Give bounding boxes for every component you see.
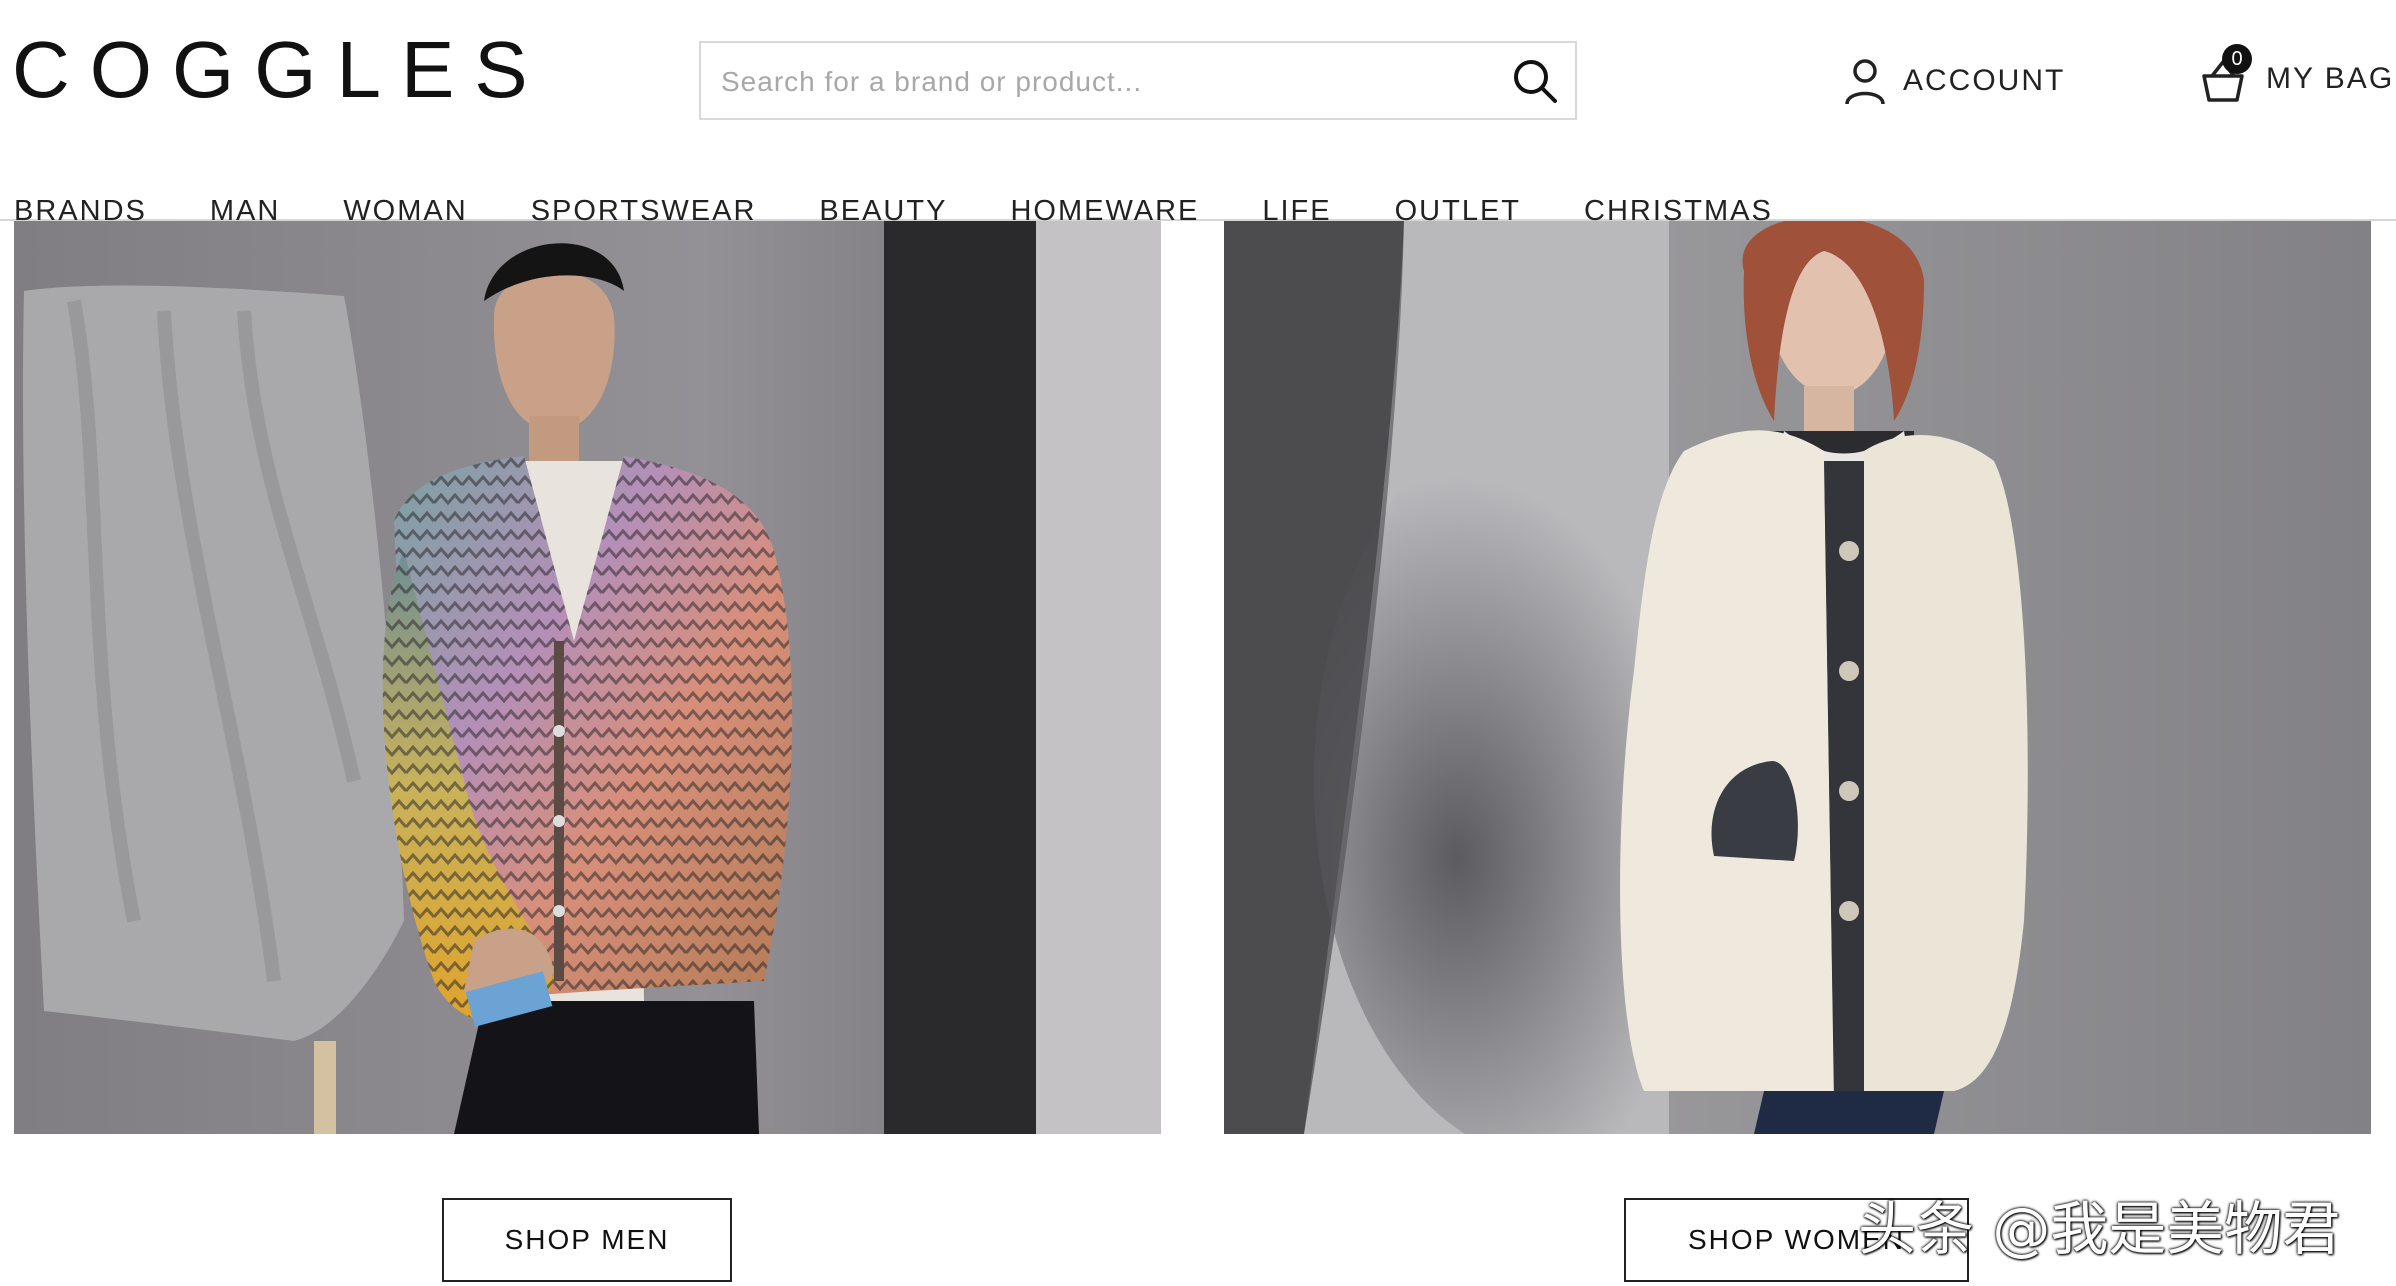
nav-item-outlet[interactable]: OUTLET bbox=[1395, 195, 1521, 235]
shop-men-button[interactable]: SHOP MEN bbox=[442, 1198, 732, 1282]
nav-item-woman[interactable]: WOMAN bbox=[343, 195, 467, 235]
main-nav: BRANDS MAN WOMAN SPORTSWEAR BEAUTY HOMEW… bbox=[0, 195, 1771, 235]
nav-item-christmas[interactable]: CHRISTMAS bbox=[1584, 195, 1773, 235]
bag-count-badge: 0 bbox=[2222, 44, 2252, 74]
bag-label: MY BAG bbox=[2266, 62, 2395, 95]
womenswear-photo bbox=[1224, 221, 2371, 1134]
hero-image-men[interactable] bbox=[14, 221, 1161, 1134]
nav-item-brands[interactable]: BRANDS bbox=[14, 195, 147, 235]
menswear-photo bbox=[14, 221, 1161, 1134]
account-label: ACCOUNT bbox=[1903, 64, 2066, 97]
nav-item-life[interactable]: LIFE bbox=[1262, 195, 1331, 235]
bag-link[interactable]: 0 MY BAG bbox=[2198, 44, 2394, 114]
search-icon[interactable] bbox=[1509, 55, 1563, 109]
account-link[interactable]: ACCOUNT bbox=[1843, 56, 2065, 106]
search-input[interactable] bbox=[719, 43, 1503, 120]
nav-item-sportswear[interactable]: SPORTSWEAR bbox=[531, 195, 757, 235]
search-bar bbox=[699, 41, 1577, 120]
watermark-text: 头条 @我是美物君 bbox=[1858, 1195, 2341, 1263]
nav-item-man[interactable]: MAN bbox=[210, 195, 280, 235]
nav-item-homeware[interactable]: HOMEWARE bbox=[1010, 195, 1199, 235]
bag-icon-wrap: 0 bbox=[2198, 44, 2252, 106]
user-icon bbox=[1845, 59, 1885, 105]
site-logo[interactable]: COGGLES bbox=[12, 30, 548, 110]
hero-image-women[interactable] bbox=[1224, 221, 2371, 1134]
nav-item-beauty[interactable]: BEAUTY bbox=[819, 195, 947, 235]
